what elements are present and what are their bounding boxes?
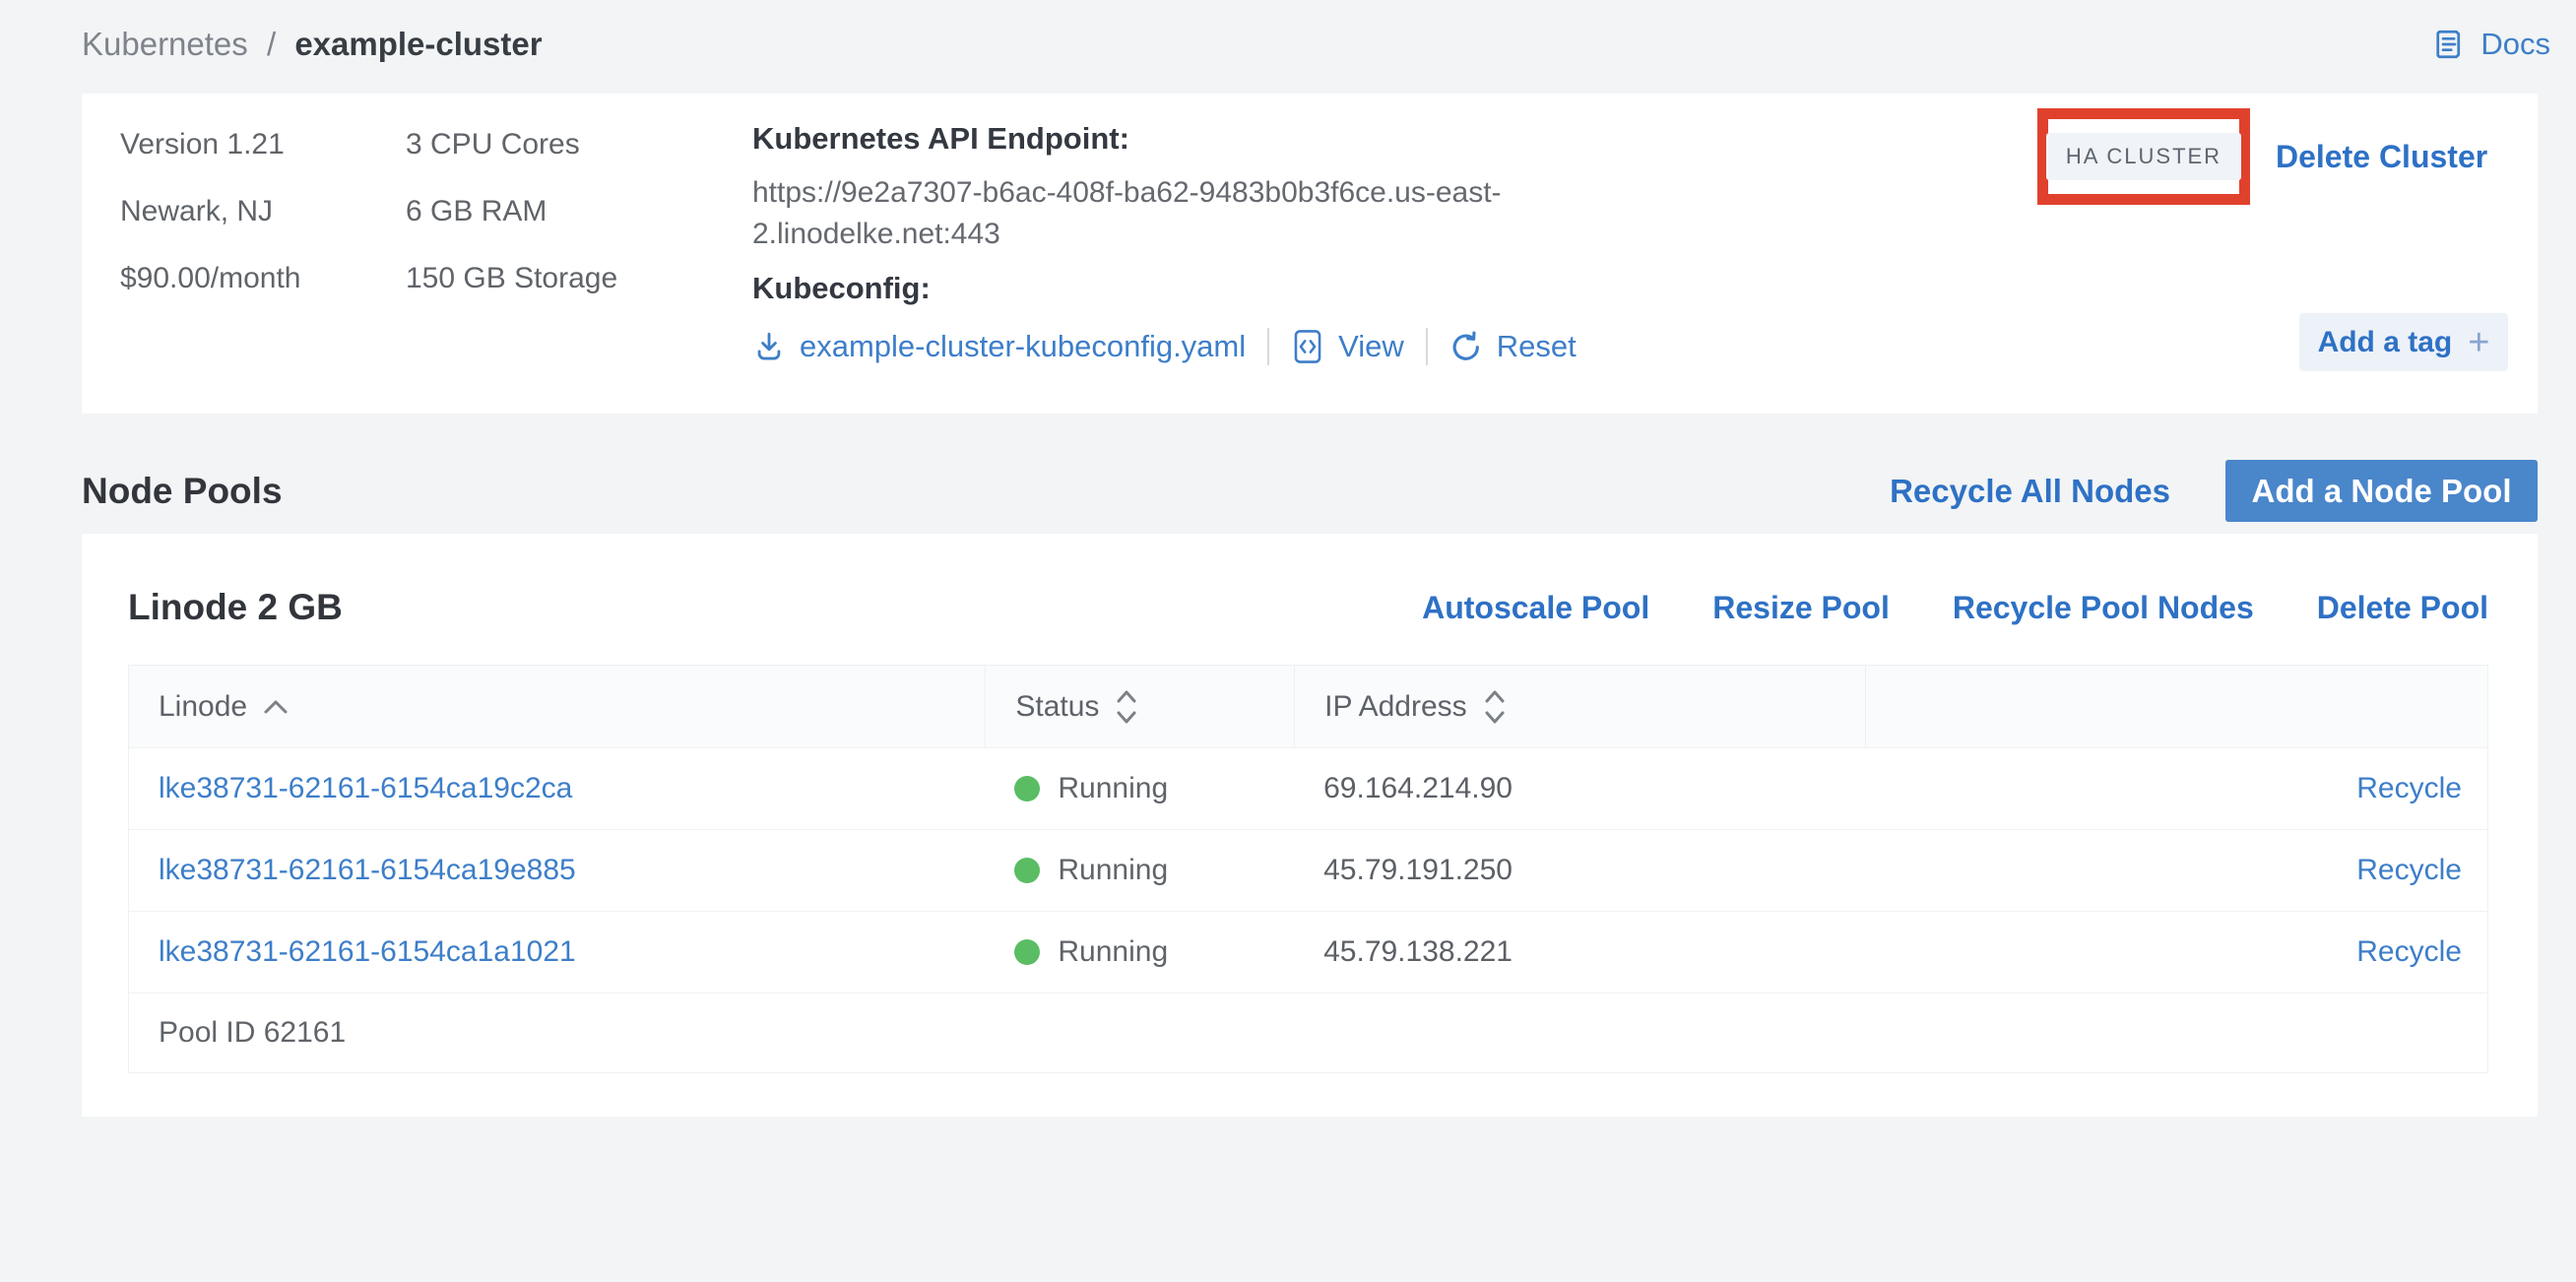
breadcrumb-kubernetes[interactable]: Kubernetes — [82, 26, 248, 62]
node-link[interactable]: lke38731-62161-6154ca19c2ca — [159, 772, 572, 805]
docs-link[interactable]: Docs — [2431, 27, 2550, 62]
api-endpoint-label: Kubernetes API Endpoint: — [752, 121, 1643, 157]
kubeconfig-actions: example-cluster-kubeconfig.yaml View — [752, 324, 1577, 369]
linode-cell: lke38731-62161-6154ca19c2ca — [129, 772, 985, 805]
status-cell: Running — [985, 854, 1294, 887]
code-file-icon — [1291, 328, 1324, 365]
node-pool-card: Linode 2 GB Autoscale Pool Resize Pool R… — [82, 534, 2538, 1117]
status-cell: Running — [985, 935, 1294, 969]
resize-pool-link[interactable]: Resize Pool — [1712, 590, 1890, 626]
api-endpoint-url: https://9e2a7307-b6ac-408f-ba62-9483b0b3… — [752, 172, 1643, 255]
status-running-icon — [1014, 858, 1040, 883]
status-running-icon — [1014, 939, 1040, 965]
kubeconfig-block: Kubeconfig: example-cluster-kubeconfig.y… — [752, 271, 1577, 369]
delete-cluster-link[interactable]: Delete Cluster — [2276, 139, 2487, 175]
recycle-node-link[interactable]: Recycle — [2356, 935, 2462, 969]
kubeconfig-reset-label: Reset — [1497, 329, 1577, 364]
linode-cell: lke38731-62161-6154ca19e885 — [129, 854, 985, 887]
ip-cell: 45.79.191.250 — [1294, 854, 1865, 887]
column-label-status: Status — [1015, 690, 1099, 724]
pool-id-footer: Pool ID 62161 — [129, 993, 2487, 1072]
page: Kubernetes / example-cluster Docs Versio… — [0, 0, 2576, 1282]
column-header-linode[interactable]: Linode — [129, 666, 985, 747]
pool-action-links: Autoscale Pool Resize Pool Recycle Pool … — [1422, 590, 2488, 626]
spec-region: Newark, NJ — [120, 196, 406, 226]
column-header-status[interactable]: Status — [985, 666, 1294, 747]
cluster-specs: Version 1.21 3 CPU Cores Newark, NJ 6 GB… — [120, 129, 819, 293]
kubeconfig-view-label: View — [1338, 329, 1404, 364]
add-node-pool-button[interactable]: Add a Node Pool — [2225, 460, 2538, 522]
linode-cell: lke38731-62161-6154ca1a1021 — [129, 935, 985, 969]
status-text: Running — [1058, 935, 1168, 969]
ha-cluster-badge: HA CLUSTER — [2046, 133, 2241, 180]
row-actions-cell: Recycle — [1865, 935, 2487, 969]
spec-price: $90.00/month — [120, 263, 406, 293]
sort-ascending-icon — [263, 699, 289, 715]
add-tag-button[interactable]: Add a tag + — [2299, 313, 2508, 371]
recycle-all-nodes-link[interactable]: Recycle All Nodes — [1890, 473, 2170, 510]
status-text: Running — [1058, 854, 1168, 887]
status-cell: Running — [985, 772, 1294, 805]
top-bar: Kubernetes / example-cluster Docs — [0, 0, 2576, 89]
api-endpoint-block: Kubernetes API Endpoint: https://9e2a730… — [752, 121, 1643, 255]
node-pools-title: Node Pools — [82, 471, 283, 512]
column-label-ip-address: IP Address — [1324, 690, 1467, 724]
annotation-highlight-box: HA CLUSTER — [2037, 108, 2250, 205]
cluster-summary-card: Version 1.21 3 CPU Cores Newark, NJ 6 GB… — [82, 94, 2538, 414]
ip-cell: 69.164.214.90 — [1294, 772, 1865, 805]
column-header-ip-address[interactable]: IP Address — [1294, 666, 1865, 747]
breadcrumb-separator: / — [267, 26, 276, 62]
divider — [1267, 328, 1269, 365]
sort-both-icon — [1115, 688, 1138, 726]
ip-address: 45.79.191.250 — [1323, 854, 1513, 887]
pool-name: Linode 2 GB — [128, 587, 343, 628]
node-pools-actions: Recycle All Nodes Add a Node Pool — [1890, 460, 2538, 522]
column-label-linode: Linode — [159, 690, 247, 724]
ip-cell: 45.79.138.221 — [1294, 935, 1865, 969]
add-tag-label: Add a tag — [2318, 326, 2453, 359]
row-actions-cell: Recycle — [1865, 772, 2487, 805]
node-link[interactable]: lke38731-62161-6154ca1a1021 — [159, 935, 576, 969]
table-row: lke38731-62161-6154ca1a1021 Running 45.7… — [129, 911, 2487, 993]
status-running-icon — [1014, 776, 1040, 801]
kubeconfig-file-name: example-cluster-kubeconfig.yaml — [800, 329, 1246, 364]
column-header-actions — [1865, 666, 2487, 747]
autoscale-pool-link[interactable]: Autoscale Pool — [1422, 590, 1649, 626]
recycle-node-link[interactable]: Recycle — [2356, 772, 2462, 805]
breadcrumb-cluster-name: example-cluster — [294, 26, 542, 62]
ip-address: 69.164.214.90 — [1323, 772, 1513, 805]
node-pools-bar: Node Pools Recycle All Nodes Add a Node … — [82, 460, 2538, 522]
kubeconfig-download-link[interactable]: example-cluster-kubeconfig.yaml — [752, 329, 1246, 364]
node-link[interactable]: lke38731-62161-6154ca19e885 — [159, 854, 576, 887]
ip-address: 45.79.138.221 — [1323, 935, 1513, 969]
recycle-pool-nodes-link[interactable]: Recycle Pool Nodes — [1953, 590, 2254, 626]
docs-icon — [2431, 27, 2467, 62]
sort-both-icon — [1483, 688, 1507, 726]
kubeconfig-view-link[interactable]: View — [1291, 328, 1404, 365]
docs-label: Docs — [2480, 27, 2550, 62]
download-icon — [752, 329, 786, 364]
spec-version: Version 1.21 — [120, 129, 406, 160]
kubeconfig-label: Kubeconfig: — [752, 271, 1577, 306]
status-text: Running — [1058, 772, 1168, 805]
plus-icon: + — [2468, 328, 2489, 357]
table-row: lke38731-62161-6154ca19e885 Running 45.7… — [129, 829, 2487, 911]
row-actions-cell: Recycle — [1865, 854, 2487, 887]
kubeconfig-reset-link[interactable]: Reset — [1449, 329, 1577, 364]
recycle-node-link[interactable]: Recycle — [2356, 854, 2462, 887]
nodes-table: Linode Status — [128, 665, 2488, 1073]
delete-pool-link[interactable]: Delete Pool — [2317, 590, 2488, 626]
divider — [1426, 328, 1428, 365]
pool-id-text: Pool ID 62161 — [159, 1016, 346, 1050]
table-row: lke38731-62161-6154ca19c2ca Running 69.1… — [129, 747, 2487, 829]
nodes-table-header: Linode Status — [129, 666, 2487, 747]
refresh-icon — [1449, 329, 1483, 364]
breadcrumb: Kubernetes / example-cluster — [82, 26, 543, 63]
pool-header: Linode 2 GB Autoscale Pool Resize Pool R… — [128, 534, 2488, 636]
